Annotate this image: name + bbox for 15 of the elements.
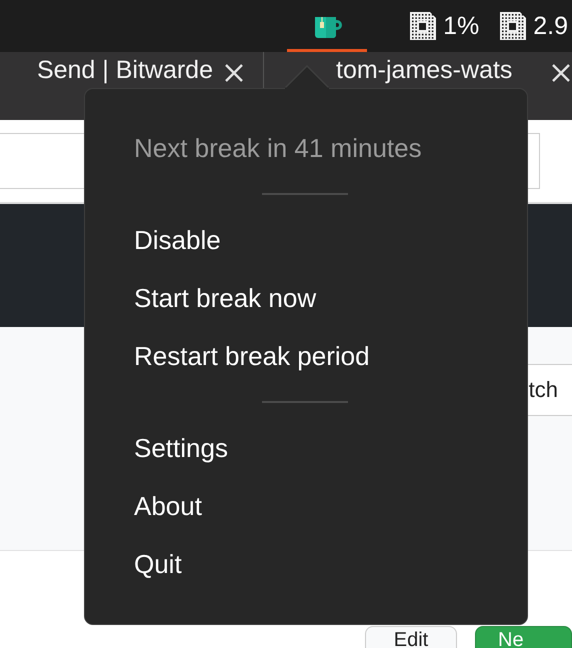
menu-item: Next break in 41 minutes [133, 132, 422, 165]
cpu-reading: 1% [443, 12, 480, 40]
menu-item[interactable]: Settings [85, 419, 228, 477]
menu-item[interactable]: Quit [85, 535, 182, 593]
menu-item[interactable]: Restart break period [85, 327, 370, 385]
close-icon[interactable] [550, 62, 572, 84]
menu-item[interactable]: About [85, 477, 202, 535]
edit-button[interactable]: Edit [365, 626, 457, 648]
browser-tab[interactable]: tom-james-wats [264, 52, 572, 120]
chip-icon [409, 11, 438, 41]
cpu-reading: 2.9 [533, 12, 568, 40]
menu-item[interactable]: Disable [85, 211, 221, 269]
close-icon[interactable] [223, 62, 245, 84]
chip-icon [499, 11, 528, 41]
menu-item[interactable]: Start break now [85, 269, 316, 327]
